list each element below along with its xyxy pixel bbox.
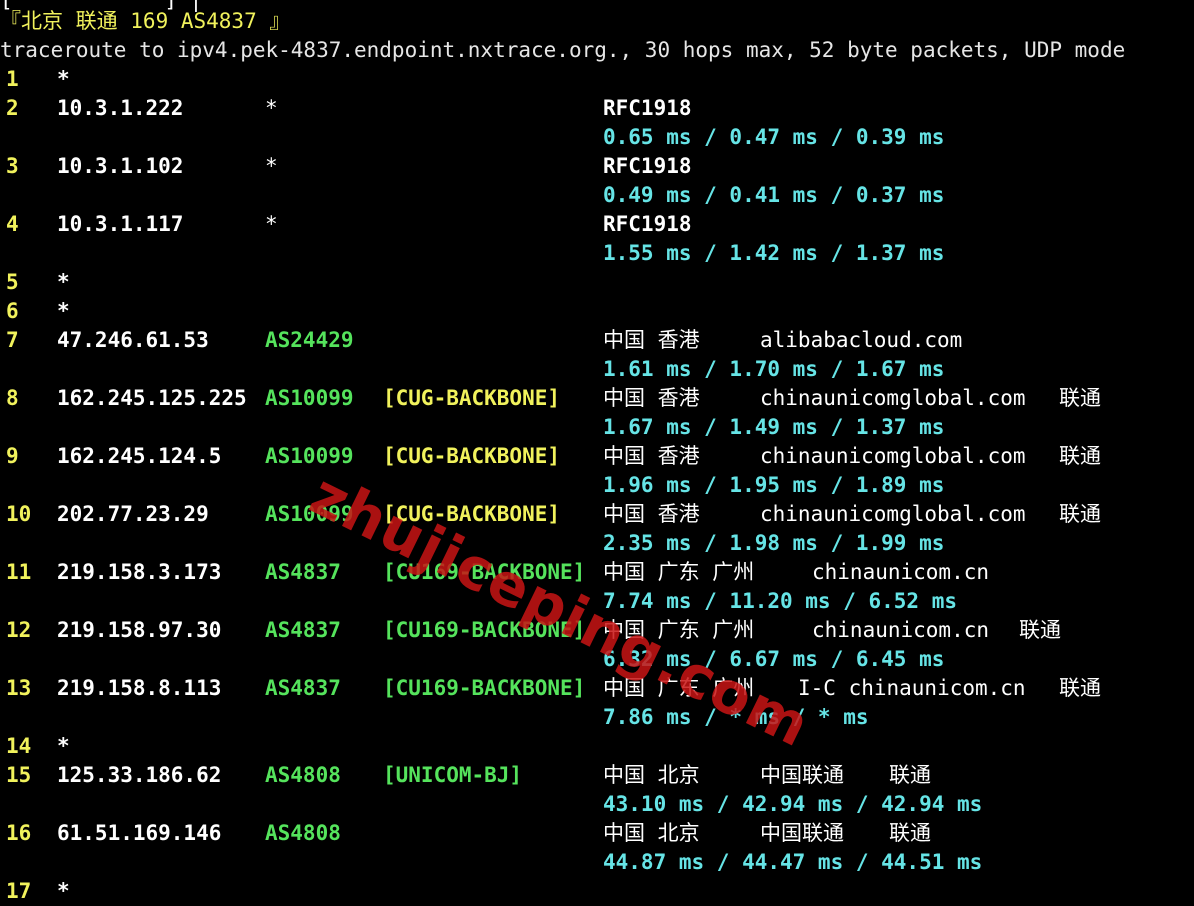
hop-backbone-tag: [CUG-BACKBONE] — [383, 386, 561, 410]
hop-hostname: chinaunicomglobal.com — [760, 386, 1026, 410]
hop-asn: AS4837 — [265, 618, 341, 642]
hop-rtt: 2.35 ms / 1.98 ms / 1.99 ms — [603, 531, 945, 555]
hop-number: 13 — [6, 676, 32, 700]
hop-number: 16 — [6, 821, 32, 845]
hop-number: 17 — [6, 879, 32, 903]
hop-number: 6 — [6, 299, 19, 323]
target-title: 『北京 联通 169 AS4837 』 — [0, 9, 291, 33]
hop-number: 3 — [6, 154, 19, 178]
hop-ip: 10.3.1.117 — [57, 212, 184, 236]
hop-asn: AS10099 — [265, 444, 354, 468]
hop-asn: AS4837 — [265, 676, 341, 700]
hop-number: 7 — [6, 328, 19, 352]
hop-number: 1 — [6, 67, 19, 91]
hop-rtt: 1.61 ms / 1.70 ms / 1.67 ms — [603, 357, 945, 381]
hop-ip: 10.3.1.102 — [57, 154, 184, 178]
hop-isp: 联通 — [889, 821, 931, 845]
hop-isp: 联通 — [1059, 386, 1101, 410]
hop-hostname: 中国联通 — [760, 821, 844, 845]
hop-number: 2 — [6, 96, 19, 120]
hop-geo: 中国 香港 — [603, 386, 700, 410]
hop-ip: * — [57, 879, 70, 903]
terminal-window: [ ] | 『北京 联通 169 AS4837 』 traceroute to … — [0, 0, 1194, 905]
hop-rtt: 7.74 ms / 11.20 ms / 6.52 ms — [603, 589, 958, 613]
hop-ip: 162.245.125.225 — [57, 386, 247, 410]
hop-hostname: chinaunicom.cn — [812, 560, 990, 584]
hop-isp: 联通 — [1059, 676, 1101, 700]
hop-number: 9 — [6, 444, 19, 468]
hop-hostname: chinaunicomglobal.com — [760, 502, 1026, 526]
hop-ip: * — [57, 734, 70, 758]
hop-ip: 162.245.124.5 — [57, 444, 222, 468]
hop-rtt: 0.49 ms / 0.41 ms / 0.37 ms — [603, 183, 945, 207]
hop-hostname: I-C chinaunicom.cn — [798, 676, 1026, 700]
hop-ip: * — [57, 67, 70, 91]
hop-ip: 219.158.3.173 — [57, 560, 222, 584]
hop-isp: 联通 — [1019, 618, 1061, 642]
hop-asn: * — [265, 212, 278, 236]
hop-backbone-tag: [CUG-BACKBONE] — [383, 502, 561, 526]
hop-ip: 10.3.1.222 — [57, 96, 184, 120]
hop-geo: 中国 香港 — [603, 502, 700, 526]
hop-asn: AS10099 — [265, 386, 354, 410]
hop-number: 4 — [6, 212, 19, 236]
hop-asn: * — [265, 154, 278, 178]
hop-rtt: 1.67 ms / 1.49 ms / 1.37 ms — [603, 415, 945, 439]
hop-rtt: 44.87 ms / 44.47 ms / 44.51 ms — [603, 850, 983, 874]
hop-rtt: 0.65 ms / 0.47 ms / 0.39 ms — [603, 125, 945, 149]
hop-isp: 联通 — [889, 763, 931, 787]
hop-asn: AS24429 — [265, 328, 354, 352]
hop-isp: 联通 — [1059, 444, 1101, 468]
hop-hostname: 中国联通 — [760, 763, 844, 787]
hop-rtt: 7.86 ms / * ms / * ms — [603, 705, 869, 729]
hop-number: 12 — [6, 618, 32, 642]
hop-asn: * — [265, 96, 278, 120]
hop-rtt: 1.55 ms / 1.42 ms / 1.37 ms — [603, 241, 945, 265]
hop-backbone-tag: [CU169-BACKBONE] — [383, 676, 586, 700]
hop-asn: AS4808 — [265, 763, 341, 787]
traceroute-command: traceroute to ipv4.pek-4837.endpoint.nxt… — [0, 38, 1126, 62]
hop-number: 11 — [6, 560, 32, 584]
hop-hostname: chinaunicom.cn — [812, 618, 990, 642]
hop-geo: 中国 广东 广州 — [603, 560, 755, 584]
hop-asn: AS4808 — [265, 821, 341, 845]
hop-geo: 中国 香港 — [603, 444, 700, 468]
hop-ip: 61.51.169.146 — [57, 821, 222, 845]
hop-geo: RFC1918 — [603, 212, 692, 236]
hop-geo: RFC1918 — [603, 154, 692, 178]
hop-geo: 中国 广东 广州 — [603, 676, 755, 700]
hop-isp: 联通 — [1059, 502, 1101, 526]
hop-backbone-tag: [CU169-BACKBONE] — [383, 560, 586, 584]
hop-rtt: 6.32 ms / 6.67 ms / 6.45 ms — [603, 647, 945, 671]
hop-geo: RFC1918 — [603, 96, 692, 120]
hop-rtt: 1.96 ms / 1.95 ms / 1.89 ms — [603, 473, 945, 497]
hop-number: 10 — [6, 502, 32, 526]
hop-number: 5 — [6, 270, 19, 294]
hop-rtt: 43.10 ms / 42.94 ms / 42.94 ms — [603, 792, 983, 816]
hop-geo: 中国 北京 — [603, 763, 700, 787]
hop-backbone-tag: [CUG-BACKBONE] — [383, 444, 561, 468]
hop-backbone-tag: [CU169-BACKBONE] — [383, 618, 586, 642]
hop-ip: 47.246.61.53 — [57, 328, 209, 352]
hop-geo: 中国 北京 — [603, 821, 700, 845]
hop-backbone-tag: [UNICOM-BJ] — [383, 763, 523, 787]
hop-number: 15 — [6, 763, 32, 787]
hop-geo: 中国 广东 广州 — [603, 618, 755, 642]
hop-hostname: alibabacloud.com — [760, 328, 963, 352]
hop-ip: * — [57, 270, 70, 294]
hop-ip: 125.33.186.62 — [57, 763, 222, 787]
hop-number: 8 — [6, 386, 19, 410]
hop-asn: AS10099 — [265, 502, 354, 526]
hop-ip: 219.158.8.113 — [57, 676, 222, 700]
hop-number: 14 — [6, 734, 32, 758]
hop-asn: AS4837 — [265, 560, 341, 584]
hop-ip: 219.158.97.30 — [57, 618, 222, 642]
hop-geo: 中国 香港 — [603, 328, 700, 352]
hop-ip: * — [57, 299, 70, 323]
hop-hostname: chinaunicomglobal.com — [760, 444, 1026, 468]
hop-ip: 202.77.23.29 — [57, 502, 209, 526]
